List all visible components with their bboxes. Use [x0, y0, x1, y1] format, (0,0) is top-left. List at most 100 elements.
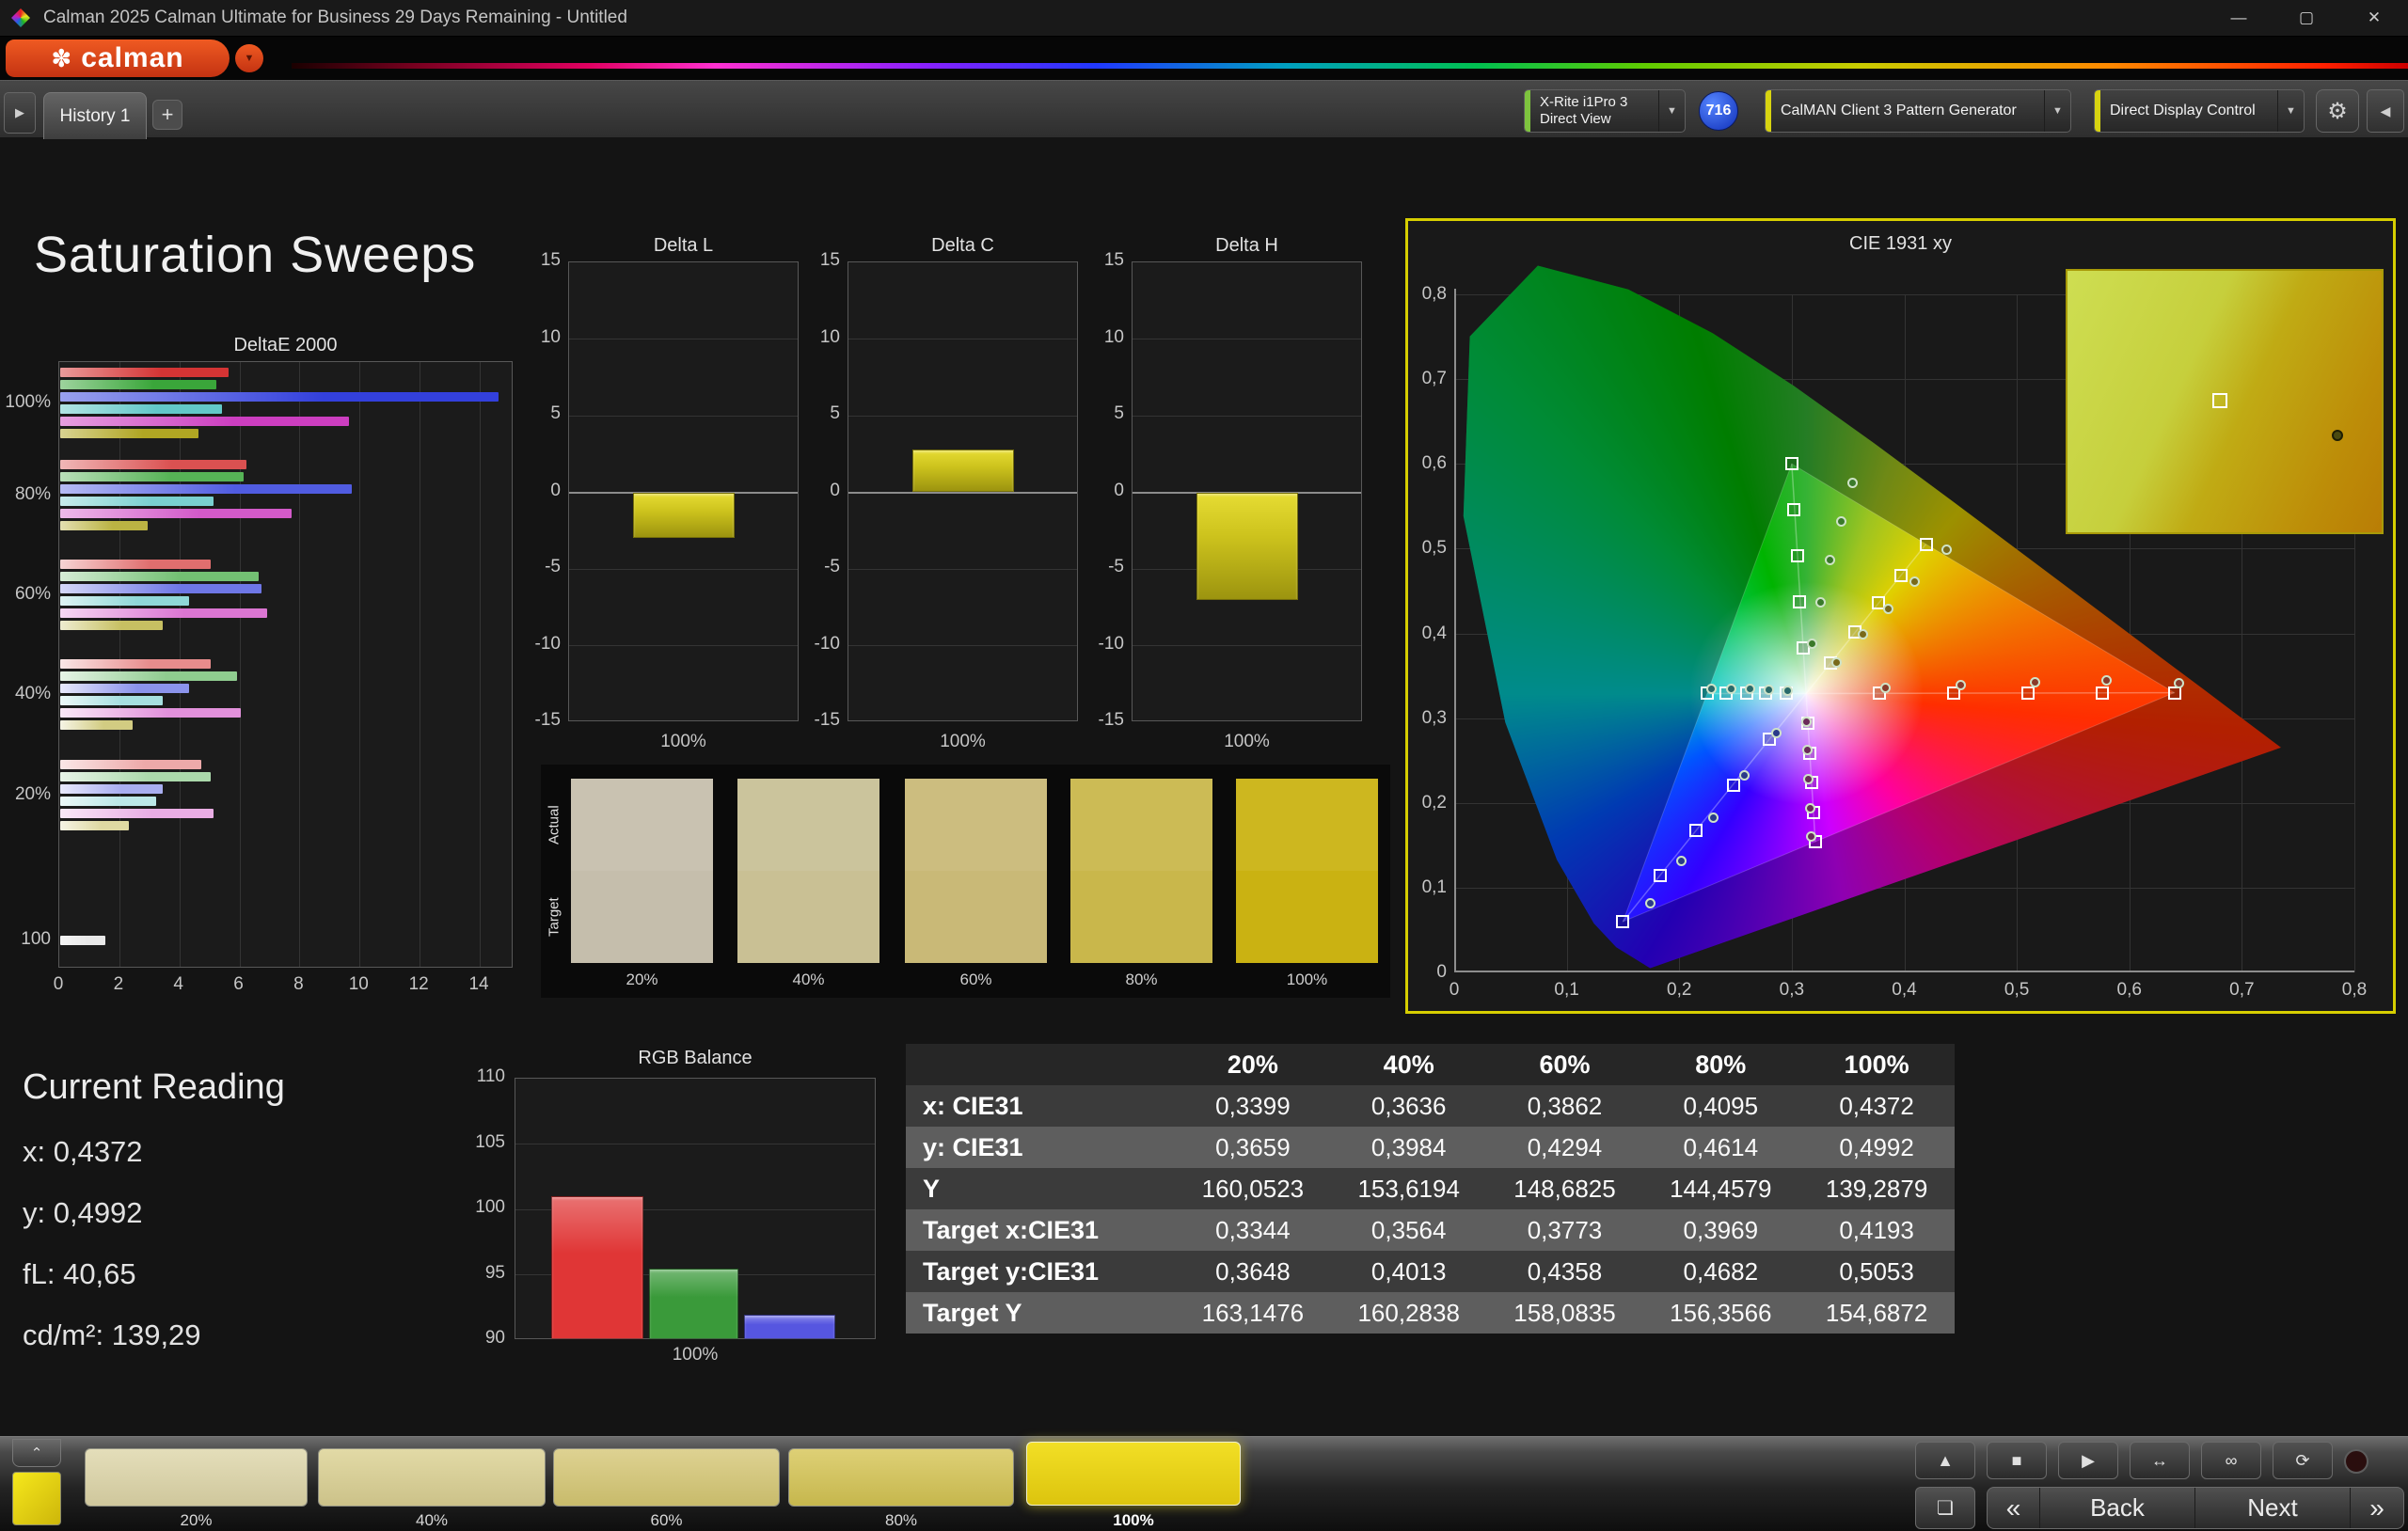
cie-target-square-yellow	[1919, 537, 1933, 551]
pattern-window-button[interactable]: ❏	[1915, 1487, 1975, 1529]
current-reading-value: y: 0,4992	[23, 1196, 143, 1229]
deltae-bar	[60, 720, 133, 730]
swatch-label: 80%	[1125, 971, 1158, 988]
eject-button[interactable]: ▲	[1915, 1442, 1975, 1479]
stop-button[interactable]: ■	[1987, 1442, 2047, 1479]
table-cell: 0,4013	[1370, 1256, 1447, 1286]
chevron-down-icon: ▼	[1658, 90, 1685, 132]
cie-1931-plot	[1454, 230, 2355, 972]
rgb-balance-chart	[515, 1078, 876, 1339]
cie-target-square-green	[1784, 457, 1798, 471]
cie-measured-dot-green	[1836, 516, 1846, 528]
settings-gear-button[interactable]: ⚙	[2316, 89, 2359, 133]
gridline	[848, 415, 1077, 417]
table-row-label: y: CIE31	[923, 1132, 1023, 1161]
current-reading-value: x: 0,4372	[23, 1135, 143, 1168]
deltae-bar	[60, 797, 157, 806]
pattern-chip-80%[interactable]	[788, 1448, 1014, 1507]
cie-measured-dot-red	[1879, 682, 1891, 693]
cie-measured-dot-magenta	[1804, 802, 1815, 813]
gridline	[480, 362, 482, 967]
table-cell: 0,3984	[1370, 1132, 1447, 1161]
deltae-bar	[60, 497, 214, 506]
deltae-bar	[60, 572, 259, 581]
deltae-bar-group	[60, 560, 268, 633]
table-header-cell: 20%	[1227, 1050, 1278, 1079]
pattern-chip-100%[interactable]	[1026, 1442, 1241, 1506]
table-cell: 0,3344	[1215, 1215, 1291, 1244]
play-button[interactable]: ▶	[2058, 1442, 2118, 1479]
table-cell: 148,6825	[1513, 1174, 1616, 1203]
rgb-y-tick: 90	[484, 1328, 505, 1348]
brand-bar: ✽ calman ▼	[0, 37, 2408, 80]
meter-badge: 716	[1699, 91, 1738, 131]
fit-button[interactable]: ↔	[2130, 1442, 2190, 1479]
deltae-bar	[60, 821, 130, 830]
deltae-bar	[60, 417, 349, 426]
deltae-bar-group	[60, 760, 214, 833]
cie-measured-dot-blue	[1644, 897, 1656, 908]
back-button[interactable]: Back	[2040, 1488, 2195, 1528]
tab-history-1[interactable]: History 1	[43, 92, 147, 139]
collapse-handle-button[interactable]: ⌃	[12, 1439, 61, 1467]
deltae-bar	[60, 596, 190, 606]
deltae-x-tick: 0	[53, 974, 64, 994]
maximize-button[interactable]: ▢	[2273, 0, 2340, 36]
panel-collapse-button[interactable]: ◀	[2367, 89, 2404, 133]
swatch-actual	[905, 779, 1047, 871]
table-row: y: CIE31 0,3659 0,3984 0,4294 0,4614 0,4992	[906, 1127, 1955, 1168]
deltae-bar	[60, 392, 499, 402]
pattern-chip-40%[interactable]	[318, 1448, 546, 1507]
meter-dropdown[interactable]: X-Rite i1Pro 3 Direct View ▼	[1524, 89, 1686, 133]
pattern-generator-label: CalMAN Client 3 Pattern Generator	[1781, 103, 2017, 118]
table-cell: 0,4682	[1683, 1256, 1759, 1286]
back-chevron-button[interactable]: «	[1988, 1488, 2040, 1528]
table-header-cell: 40%	[1383, 1050, 1434, 1079]
table-cell: 0,3969	[1683, 1215, 1759, 1244]
cie-target-square-blue	[1689, 824, 1703, 838]
loop-button[interactable]: ⟳	[2273, 1442, 2333, 1479]
calman-logo-button[interactable]: ✽ calman	[6, 39, 230, 77]
deltae-x-tick: 6	[233, 974, 244, 994]
navigation-strip: « Back Next »	[1987, 1487, 2404, 1529]
table-row: x: CIE31 0,3399 0,3636 0,3862 0,4095 0,4372	[906, 1085, 1955, 1127]
deltae-y-tick: 20%	[14, 783, 51, 804]
calman-menu-caret-button[interactable]: ▼	[235, 44, 263, 72]
table-row: Target Y 163,1476 160,2838 158,0835 156,3566…	[906, 1292, 1955, 1334]
cie-measured-dot-yellow	[1831, 656, 1843, 668]
next-button[interactable]: Next	[2195, 1488, 2351, 1528]
deltae-x-tick: 2	[113, 974, 124, 994]
deltae-bar	[60, 772, 211, 781]
pattern-chip-20%[interactable]	[85, 1448, 308, 1507]
delta_h-y-tick: 5	[1114, 403, 1124, 423]
cie-x-tick: 0,4	[1892, 980, 1917, 1000]
deltae-bar	[60, 809, 214, 818]
rgb-bar-green	[649, 1268, 738, 1339]
table-row: Y 160,0523 153,6194 148,6825 144,4579 139,287…	[906, 1168, 1955, 1209]
panel-expand-button[interactable]: ▶	[4, 92, 36, 134]
table-row-label: Y	[923, 1174, 941, 1203]
infinity-button[interactable]: ∞	[2201, 1442, 2261, 1479]
deltae-bar	[60, 472, 244, 481]
close-button[interactable]: ✕	[2340, 0, 2408, 36]
table-cell: 156,3566	[1670, 1298, 1772, 1327]
cie-target-square-green	[1790, 548, 1804, 562]
delta_l-y-tick: 0	[550, 480, 561, 500]
table-cell: 0,4372	[1839, 1091, 1914, 1120]
minimize-button[interactable]: —	[2205, 0, 2273, 36]
next-chevron-button[interactable]: »	[2351, 1488, 2403, 1528]
deltae-y-tick: 60%	[14, 583, 51, 604]
pattern-chip-60%[interactable]	[553, 1448, 780, 1507]
swatch-target	[1236, 871, 1378, 963]
cie-target-square-red	[2021, 686, 2036, 700]
record-indicator-icon	[2344, 1449, 2368, 1474]
display-control-dropdown[interactable]: Direct Display Control ▼	[2094, 89, 2305, 133]
delta_c-y-tick: 15	[819, 250, 840, 270]
deltae-bar	[60, 671, 238, 681]
cie-x-tick: 0,7	[2229, 980, 2255, 1000]
cie-y-tick: 0,3	[1421, 707, 1447, 728]
add-tab-button[interactable]: +	[152, 100, 182, 130]
cie-target-square-blue	[1616, 914, 1630, 928]
pattern-generator-dropdown[interactable]: CalMAN Client 3 Pattern Generator ▼	[1765, 89, 2071, 133]
deltae-bar-group	[60, 936, 105, 948]
